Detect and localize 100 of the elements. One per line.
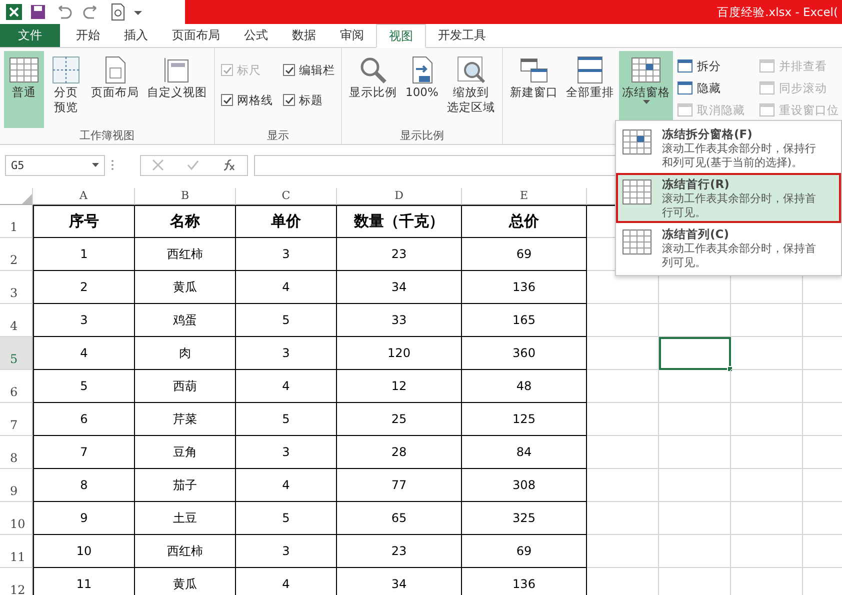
table-cell: 茄子 [135, 469, 236, 502]
table-cell: 5 [236, 502, 337, 535]
table-cell: 28 [337, 436, 462, 469]
row-header[interactable]: 6 [0, 370, 33, 403]
caret-icon[interactable] [642, 100, 650, 104]
table-cell: 125 [462, 403, 587, 436]
ribbon-button[interactable]: 100% [402, 51, 442, 128]
function-icon[interactable] [222, 159, 236, 171]
column-heading: 单价 [236, 205, 337, 238]
grid-cell[interactable] [587, 403, 659, 436]
file-tab[interactable]: 文件 [0, 24, 60, 47]
grid-cell[interactable] [659, 304, 731, 337]
grid-cell[interactable] [731, 370, 803, 403]
grid-cell[interactable] [587, 370, 659, 403]
stacked-windows-icon [575, 55, 605, 85]
grid-icon [9, 55, 39, 85]
grid-cell[interactable] [659, 436, 731, 469]
grid-cell[interactable] [731, 436, 803, 469]
name-box[interactable]: G5 [5, 154, 105, 176]
row-header[interactable]: 1 [0, 205, 33, 238]
table-cell: 芹菜 [135, 403, 236, 436]
ribbon-tab[interactable]: 开始 [64, 24, 112, 47]
row-header[interactable]: 5 [0, 337, 33, 370]
table-cell: 4 [236, 271, 337, 304]
grid-cell[interactable] [659, 502, 731, 535]
menu-item[interactable]: 冻结首行(R) 滚动工作表其余部分时，保持首行可见。 [616, 173, 841, 223]
ribbon-button[interactable]: 显示比例 [346, 51, 400, 128]
row-header[interactable]: 7 [0, 403, 33, 436]
ribbon-button[interactable]: 分页 预览 [46, 51, 86, 128]
active-cell[interactable] [659, 337, 731, 370]
column-header[interactable]: E [462, 188, 587, 205]
confirm-icon[interactable] [186, 159, 199, 171]
checkbox[interactable]: 编辑栏 [283, 55, 335, 85]
group-label: 显示 [266, 128, 290, 144]
grid-cell[interactable] [731, 469, 803, 502]
ribbon-button[interactable]: 普通 [4, 51, 44, 128]
ribbon-button[interactable]: 拆分 [677, 55, 745, 77]
grid-cell[interactable] [659, 535, 731, 568]
column-heading: 名称 [135, 205, 236, 238]
grid-cell[interactable] [587, 436, 659, 469]
ribbon-button[interactable]: 页面布局 [88, 51, 142, 128]
dropdown-icon[interactable] [92, 163, 99, 167]
print-preview-icon[interactable] [110, 3, 126, 21]
table-cell: 黄瓜 [135, 568, 236, 595]
table-cell: 4 [236, 469, 337, 502]
column-header[interactable]: A [33, 188, 135, 205]
menu-item[interactable]: 冻结首列(C) 滚动工作表其余部分时，保持首列可见。 [616, 223, 841, 273]
ribbon-tab[interactable]: 页面布局 [160, 24, 232, 47]
row-header[interactable]: 8 [0, 436, 33, 469]
row-header[interactable]: 12 [0, 568, 33, 595]
grid-cell[interactable] [659, 403, 731, 436]
row-header[interactable]: 2 [0, 238, 33, 271]
grid-cell[interactable] [731, 304, 803, 337]
ribbon-button[interactable]: 缩放到 选定区域 [444, 51, 498, 128]
column-heading: 总价 [462, 205, 587, 238]
grid-cell[interactable] [731, 337, 803, 370]
grid-cell[interactable] [731, 502, 803, 535]
column-header[interactable]: C [236, 188, 337, 205]
row-header[interactable]: 11 [0, 535, 33, 568]
column-header[interactable]: B [135, 188, 236, 205]
row-header[interactable]: 3 [0, 271, 33, 304]
ribbon-button[interactable]: 新建窗口 [507, 51, 561, 144]
grid-cell[interactable] [731, 403, 803, 436]
table-cell: 1 [33, 238, 135, 271]
checkbox[interactable]: 网格线 [221, 85, 273, 115]
grid-cell[interactable] [587, 502, 659, 535]
table-cell: 西红柿 [135, 535, 236, 568]
select-all-icon[interactable] [22, 194, 32, 204]
ribbon-tab[interactable]: 审阅 [328, 24, 376, 47]
ribbon-tab[interactable]: 视图 [376, 24, 426, 48]
window-icon [677, 81, 693, 95]
grid-cell[interactable] [587, 469, 659, 502]
ribbon-button[interactable]: 自定义视图 [144, 51, 210, 128]
checkbox[interactable]: 标题 [283, 85, 335, 115]
grid-cell[interactable] [659, 469, 731, 502]
table-cell: 65 [337, 502, 462, 535]
table-cell: 3 [236, 436, 337, 469]
ribbon-tab[interactable]: 数据 [280, 24, 328, 47]
save-icon[interactable] [30, 4, 46, 20]
table-cell: 23 [337, 238, 462, 271]
grid-cell[interactable] [587, 304, 659, 337]
grid-cell[interactable] [731, 535, 803, 568]
row-header[interactable]: 10 [0, 502, 33, 535]
column-header[interactable]: D [337, 188, 462, 205]
cancel-icon[interactable] [152, 159, 164, 171]
ribbon-tab[interactable]: 开发工具 [426, 24, 498, 47]
dropdown-icon[interactable] [134, 8, 142, 16]
grid-cell[interactable] [587, 337, 659, 370]
group-label: 工作簿视图 [78, 128, 136, 144]
zoom-grid-icon [456, 55, 486, 85]
grid-cell[interactable] [659, 370, 731, 403]
row-header[interactable]: 9 [0, 469, 33, 502]
table-cell: 土豆 [135, 502, 236, 535]
ribbon-tab[interactable]: 公式 [232, 24, 280, 47]
ribbon-tab[interactable]: 插入 [112, 24, 160, 47]
excel-logo-icon[interactable] [6, 4, 22, 20]
ribbon-button[interactable]: 全部重排 [563, 51, 617, 144]
window-icon [677, 103, 693, 117]
grid-cell[interactable] [587, 535, 659, 568]
ribbon-button[interactable]: 隐藏 [677, 77, 745, 99]
